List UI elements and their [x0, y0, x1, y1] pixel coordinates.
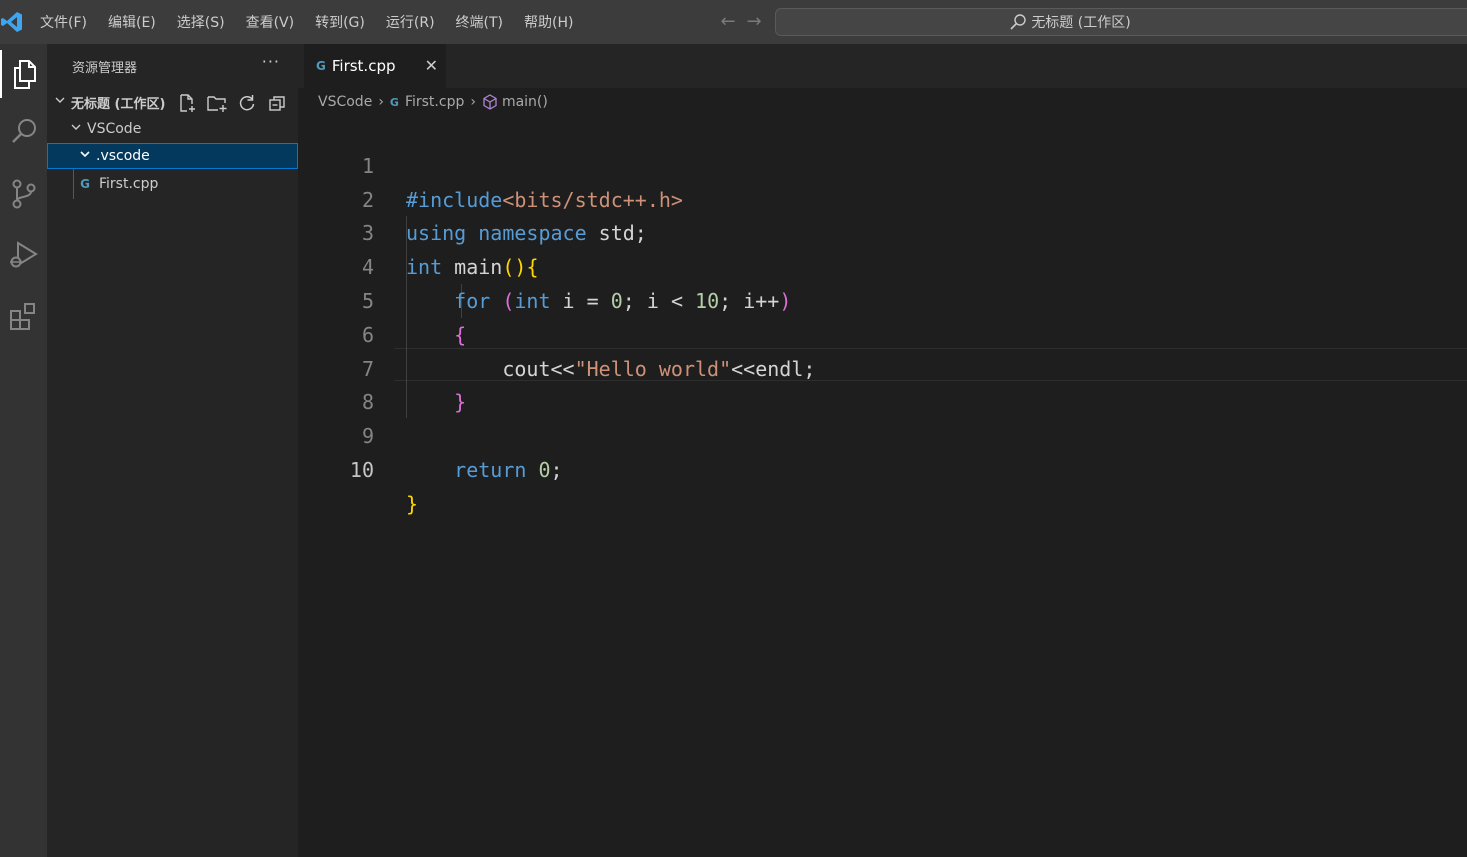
menu-go[interactable]: 转到(G): [315, 12, 365, 32]
new-file-icon[interactable]: [172, 93, 202, 113]
menu-file[interactable]: 文件(F): [40, 12, 87, 32]
token-number: 0: [538, 457, 551, 482]
code-line: 10 }: [298, 420, 1467, 516]
subfolder-label: .vscode: [96, 148, 150, 164]
token-keyword: return: [454, 457, 527, 482]
code-line: 4 for (int i = 0; i < 10; i++): [298, 217, 1467, 313]
tab-first-cpp[interactable]: G First.cpp ✕: [304, 44, 446, 88]
more-actions-icon[interactable]: ···: [262, 52, 280, 71]
back-arrow-icon[interactable]: ←: [715, 10, 741, 34]
cpp-file-icon: G: [80, 177, 90, 191]
token-bracket: }: [406, 491, 419, 516]
editor-area: G First.cpp ✕ VSCode › G First.cpp › mai…: [298, 44, 1467, 857]
code-line: 3 int main(){: [298, 184, 1467, 279]
chevron-right-icon: ›: [470, 94, 476, 110]
menu-selection[interactable]: 选择(S): [177, 12, 225, 32]
breadcrumb-folder[interactable]: VSCode: [318, 94, 372, 110]
search-icon[interactable]: [0, 108, 47, 156]
file-first-cpp[interactable]: G First.cpp: [47, 171, 298, 197]
breadcrumb-symbol[interactable]: main(): [502, 94, 548, 110]
run-debug-icon[interactable]: [0, 230, 47, 278]
command-center[interactable]: 无标题 (工作区): [775, 8, 1467, 36]
extensions-icon[interactable]: [0, 292, 47, 340]
chevron-down-icon: [78, 148, 92, 164]
token-text: ;: [550, 457, 563, 482]
code-line: 2 using namespace std;: [298, 150, 1467, 246]
search-icon: [1010, 14, 1027, 30]
explorer-header: 资源管理器 ···: [47, 44, 298, 88]
cpp-file-icon: G: [389, 95, 399, 109]
menu-help[interactable]: 帮助(H): [524, 12, 573, 32]
code-editor[interactable]: 1 #include<bits/stdc++.h> 2 using namesp…: [298, 116, 1467, 516]
explorer-title: 资源管理器: [72, 61, 138, 76]
title-bar: 文件(F) 编辑(E) 选择(S) 查看(V) 转到(G) 运行(R) 终端(T…: [0, 0, 1467, 44]
chevron-down-icon: [69, 121, 83, 137]
navigation-arrows: ← →: [715, 10, 767, 34]
folder-dot-vscode[interactable]: .vscode: [47, 143, 298, 169]
code-line: 9 return 0;: [298, 386, 1467, 482]
code-line: 8: [298, 353, 1467, 414]
explorer-sidebar: 资源管理器 ··· 无标题 (工作区) VSCode .vscode G Fir…: [47, 44, 298, 857]
vscode-logo-icon: [1, 12, 22, 32]
code-line: 5 {: [298, 251, 1467, 347]
menu-run[interactable]: 运行(R): [386, 12, 435, 32]
code-line: 7 }: [298, 319, 1467, 415]
workspace-label: 无标题 (工作区): [71, 96, 166, 112]
menu-view[interactable]: 查看(V): [246, 12, 295, 32]
cpp-file-icon: G: [316, 59, 326, 73]
tab-bar: G First.cpp ✕: [298, 44, 1467, 88]
activity-bar: [0, 44, 47, 857]
line-number: 10: [349, 457, 374, 482]
collapse-all-icon[interactable]: [262, 93, 292, 113]
code-line: 6 cout<<"Hello world"<<endl;: [298, 285, 1467, 381]
tab-label: First.cpp: [331, 57, 396, 75]
forward-arrow-icon[interactable]: →: [741, 10, 767, 34]
workspace-header[interactable]: 无标题 (工作区): [47, 89, 298, 115]
file-label: First.cpp: [99, 176, 159, 192]
source-control-icon[interactable]: [0, 170, 47, 218]
refresh-icon[interactable]: [232, 93, 262, 113]
menu-bar: 文件(F) 编辑(E) 选择(S) 查看(V) 转到(G) 运行(R) 终端(T…: [40, 0, 594, 44]
folder-label: VSCode: [87, 121, 142, 137]
breadcrumb-file[interactable]: First.cpp: [405, 94, 464, 110]
close-icon[interactable]: ✕: [425, 56, 438, 75]
chevron-right-icon: ›: [378, 94, 384, 110]
method-cube-icon: [482, 94, 498, 110]
menu-terminal[interactable]: 终端(T): [456, 12, 503, 32]
menu-edit[interactable]: 编辑(E): [108, 12, 156, 32]
chevron-down-icon: [53, 94, 67, 110]
explorer-icon[interactable]: [0, 50, 47, 98]
new-folder-icon[interactable]: [202, 93, 232, 113]
workspace-actions: [172, 93, 292, 113]
folder-vscode-root[interactable]: VSCode: [47, 116, 298, 142]
breadcrumb: VSCode › G First.cpp › main(): [318, 92, 548, 112]
command-center-label: 无标题 (工作区): [1031, 15, 1131, 31]
code-line: 1 #include<bits/stdc++.h>: [298, 116, 1467, 212]
